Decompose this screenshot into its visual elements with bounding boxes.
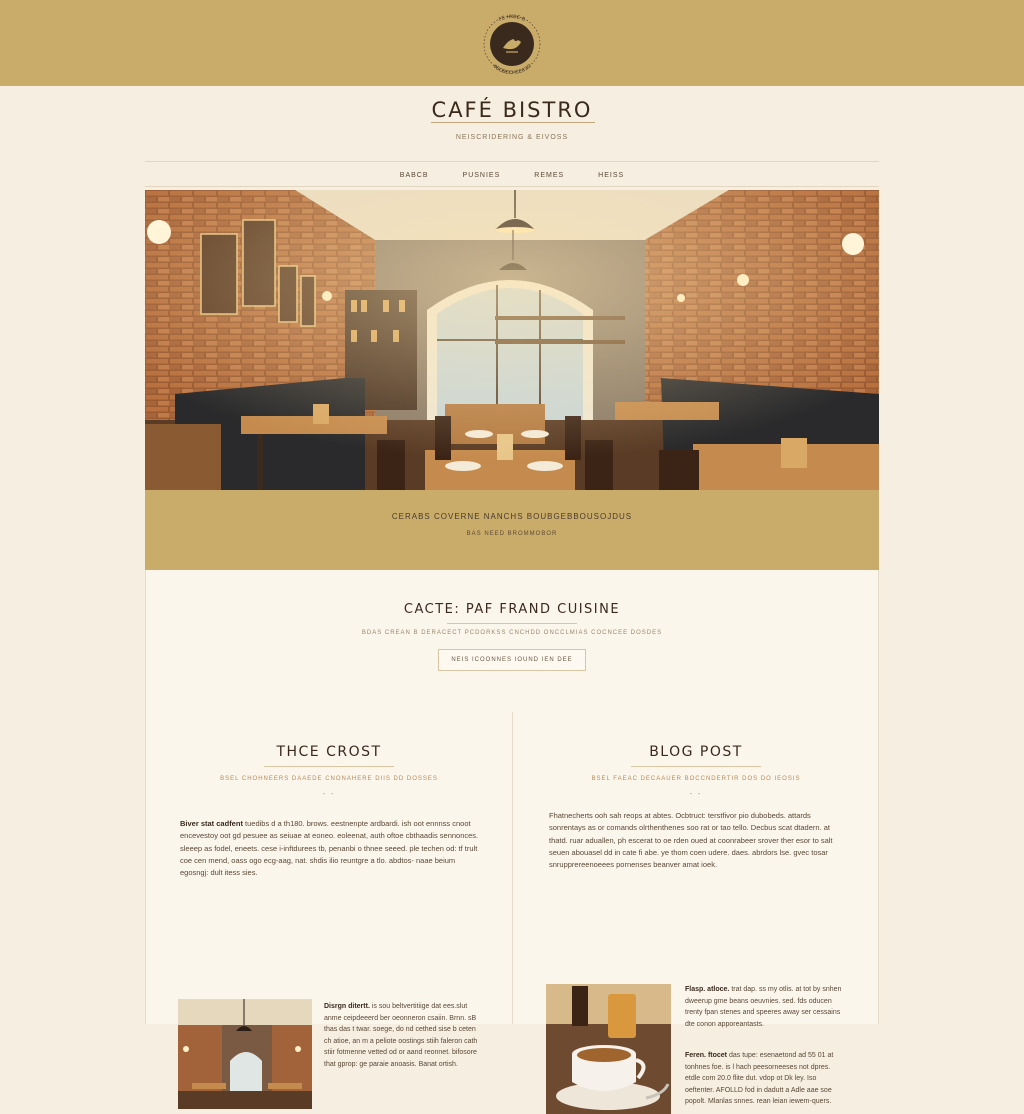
post-snippet-secondary: Feren. ftocet das tupe: esenaetond ad 55… bbox=[685, 1050, 845, 1108]
nav-divider-top bbox=[145, 161, 879, 162]
post-body: Biver stat cadfent tuedibs d a th180. br… bbox=[180, 818, 480, 879]
post-snippet-lead: Feren. ftocet bbox=[685, 1052, 728, 1059]
hero-caption-band: CERABS COVERNE NANCHS BOUBGEBBOUSOJDUS B… bbox=[145, 490, 879, 570]
post-thumbnail[interactable] bbox=[178, 999, 312, 1109]
post-body-text: Fhatnecherts ooh sah reops at abtes. Ocb… bbox=[549, 811, 833, 870]
nav-item-4[interactable]: HEISS bbox=[598, 168, 624, 184]
hero-image bbox=[145, 190, 879, 490]
nav-item-1[interactable]: BABCB bbox=[400, 168, 429, 184]
post-subtitle: BSEL FAEAC DECAAUER BOCCNDERTIR DOS DO I… bbox=[591, 776, 801, 782]
post-snippet-lead: Flasp. atloce. bbox=[685, 986, 730, 993]
intro-section: CACTE: PAF FRAND CUISINE BDAS CREAN B DE… bbox=[145, 570, 879, 695]
title-divider bbox=[431, 122, 595, 123]
nav-item-3[interactable]: REMES bbox=[534, 168, 564, 184]
intro-cta-button[interactable]: NEIS ICOONNES IOUND IEN DEE bbox=[438, 649, 586, 671]
nav-item-2[interactable]: PUSNIES bbox=[463, 168, 501, 184]
bistro-logo[interactable]: ГЕ НКВЕ В ФБОВЕСНСЕСЗО bbox=[478, 12, 546, 76]
hero-subcaption: BAS NEED BROMMOBOR bbox=[466, 531, 558, 537]
post-title[interactable]: THCE CROST bbox=[146, 744, 512, 760]
post-card-left: THCE CROST BSEL CHOHNEERS DAAEDE CNONAHE… bbox=[146, 694, 512, 1109]
logo-top-text: ГЕ НКВЕ В bbox=[498, 14, 526, 23]
interior-thumbnail-illustration bbox=[178, 999, 312, 1109]
post-ornament: - - bbox=[689, 791, 703, 798]
post-snippet-lead: Disrgn ditertt. bbox=[324, 1003, 370, 1010]
coffee-cup-illustration bbox=[546, 984, 671, 1114]
post-thumbnail[interactable] bbox=[546, 984, 671, 1114]
hero-caption: CERABS COVERNE NANCHS BOUBGEBBOUSOJDUS bbox=[391, 512, 633, 521]
intro-title: CACTE: PAF FRAND CUISINE bbox=[403, 602, 621, 617]
nav-divider-bottom bbox=[145, 186, 879, 187]
post-card-right: BLOG POST BSEL FAEAC DECAAUER BOCCNDERTI… bbox=[513, 694, 879, 1114]
main-nav: BABCB PUSNIES REMES HEISS bbox=[145, 168, 879, 184]
post-title-divider bbox=[264, 766, 394, 767]
intro-subtitle: BDAS CREAN B DERACECT PCDORKSS CNCHDD ON… bbox=[361, 630, 663, 636]
site-tagline: NEISCRIDERING & EIVOSS bbox=[455, 134, 569, 141]
page-container: CAFÉ BISTRO NEISCRIDERING & EIVOSS BABCB… bbox=[145, 86, 879, 1114]
post-subtitle: BSEL CHOHNEERS DAAEDE CNONAHERE DIIS DD … bbox=[220, 776, 438, 782]
post-ornament: - - bbox=[322, 791, 336, 798]
post-title-divider bbox=[631, 766, 761, 767]
post-body: Fhatnecherts ooh sah reops at abtes. Ocb… bbox=[549, 810, 849, 871]
posts-section: THCE CROST BSEL CHOHNEERS DAAEDE CNONAHE… bbox=[145, 694, 879, 1114]
post-title[interactable]: BLOG POST bbox=[513, 744, 879, 760]
post-body-lead: Biver stat cadfent bbox=[180, 819, 243, 828]
post-snippet: Flasp. atloce. trat dap. ss my otlis. at… bbox=[685, 984, 845, 1030]
intro-divider bbox=[447, 623, 577, 624]
post-snippet-text: das tupe: esenaetond ad 55 01 at tonhnes… bbox=[685, 1052, 834, 1106]
logo-emblem-icon: ГЕ НКВЕ ВФБОВЕСНСЕСЗО bbox=[483, 14, 541, 76]
post-snippet: Disrgn ditertt. is sou beltvertitiige da… bbox=[324, 1001, 484, 1071]
cafe-interior-illustration bbox=[145, 190, 879, 490]
post-snippet-text: is sou beltvertitiige dat ees.slut anme … bbox=[324, 1003, 478, 1068]
